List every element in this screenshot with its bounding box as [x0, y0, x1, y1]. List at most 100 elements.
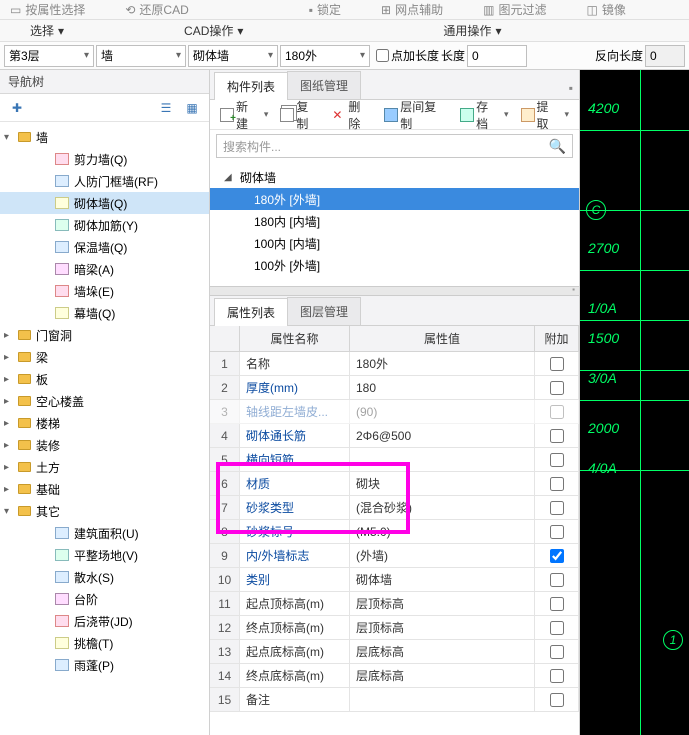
property-add-checkbox[interactable] [535, 376, 579, 399]
property-row[interactable]: 4砌体通长筋2Φ6@500 [210, 424, 579, 448]
category-select[interactable]: 墙▾ [96, 45, 186, 67]
copy-button[interactable]: 复制 [276, 96, 324, 134]
property-row[interactable]: 6材质砌块 [210, 472, 579, 496]
property-value[interactable]: 砌体墙 [350, 568, 535, 591]
subcategory-select[interactable]: 砌体墙▾ [188, 45, 278, 67]
property-value[interactable]: (混合砂浆) [350, 496, 535, 519]
tree-node[interactable]: ▸梁 [0, 346, 209, 368]
property-add-checkbox[interactable] [535, 400, 579, 423]
property-value[interactable]: 180 [350, 376, 535, 399]
property-row[interactable]: 13起点底标高(m)层底标高 [210, 640, 579, 664]
property-add-checkbox[interactable] [535, 568, 579, 591]
tree-node[interactable]: 墙垛(E) [0, 280, 209, 302]
property-value[interactable]: 层顶标高 [350, 616, 535, 639]
property-row[interactable]: 1名称180外 [210, 352, 579, 376]
property-value[interactable]: 层底标高 [350, 640, 535, 663]
nav-tree[interactable]: ▾墙剪力墙(Q)人防门框墙(RF)砌体墙(Q)砌体加筋(Y)保温墙(Q)暗梁(A… [0, 122, 209, 735]
property-row[interactable]: 5横向短筋 [210, 448, 579, 472]
ribbon-cmd-lock[interactable]: ▪锁定 [309, 1, 341, 18]
property-row[interactable]: 8砂浆标号(M5.0) [210, 520, 579, 544]
ribbon-cmd-grid-assist[interactable]: ⊞网点辅助 [381, 1, 443, 18]
property-value[interactable]: 层底标高 [350, 664, 535, 687]
ribbon-cmd-select-by-attr[interactable]: ▭按属性选择 [10, 1, 85, 18]
component-root[interactable]: ◢砌体墙 [210, 166, 579, 188]
tab-component-list[interactable]: 构件列表 [214, 72, 288, 100]
property-value[interactable]: 层顶标高 [350, 592, 535, 615]
nav-view-grid-button[interactable]: ▦ [181, 98, 203, 118]
tree-node[interactable]: 台阶 [0, 588, 209, 610]
property-row[interactable]: 9内/外墙标志(外墙) [210, 544, 579, 568]
component-item[interactable]: 180内 [内墙] [210, 210, 579, 232]
tab-layer-manage[interactable]: 图层管理 [287, 297, 361, 325]
tree-node[interactable]: 保温墙(Q) [0, 236, 209, 258]
tree-node[interactable]: 平整场地(V) [0, 544, 209, 566]
new-button[interactable]: 新建▾ [216, 96, 272, 134]
property-table[interactable]: 1名称180外2厚度(mm)1803轴线距左墙皮...(90)4砌体通长筋2Φ6… [210, 352, 579, 735]
tree-node[interactable]: ▸板 [0, 368, 209, 390]
property-row[interactable]: 12终点顶标高(m)层顶标高 [210, 616, 579, 640]
property-add-checkbox[interactable] [535, 544, 579, 567]
tree-node[interactable]: 雨蓬(P) [0, 654, 209, 676]
property-add-checkbox[interactable] [535, 664, 579, 687]
property-row[interactable]: 14终点底标高(m)层底标高 [210, 664, 579, 688]
property-value[interactable] [350, 688, 535, 711]
tree-node[interactable]: 挑檐(T) [0, 632, 209, 654]
reverse-length-input[interactable] [645, 45, 685, 67]
component-search[interactable]: 搜索构件...🔍 [216, 134, 573, 158]
tree-node[interactable]: 剪力墙(Q) [0, 148, 209, 170]
tree-node[interactable]: ▸装修 [0, 434, 209, 456]
tree-node[interactable]: 建筑面积(U) [0, 522, 209, 544]
tree-node[interactable]: 后浇带(JD) [0, 610, 209, 632]
property-add-checkbox[interactable] [535, 448, 579, 471]
property-row[interactable]: 10类别砌体墙 [210, 568, 579, 592]
property-row[interactable]: 11起点顶标高(m)层顶标高 [210, 592, 579, 616]
length-input[interactable] [467, 45, 527, 67]
delete-button[interactable]: ✕删除 [328, 96, 376, 134]
property-row[interactable]: 2厚度(mm)180 [210, 376, 579, 400]
tree-node[interactable]: ▸门窗洞 [0, 324, 209, 346]
property-row[interactable]: 15备注 [210, 688, 579, 712]
component-item[interactable]: 100外 [外墙] [210, 254, 579, 276]
component-item[interactable]: 180外 [外墙] [210, 188, 579, 210]
tree-node[interactable]: ▾其它 [0, 500, 209, 522]
property-row[interactable]: 3轴线距左墙皮...(90) [210, 400, 579, 424]
property-value[interactable]: 2Φ6@500 [350, 424, 535, 447]
tab-property-list[interactable]: 属性列表 [214, 298, 288, 326]
tree-node[interactable]: ▸土方 [0, 456, 209, 478]
property-row[interactable]: 7砂浆类型(混合砂浆) [210, 496, 579, 520]
property-add-checkbox[interactable] [535, 592, 579, 615]
tree-node[interactable]: 砌体墙(Q) [0, 192, 209, 214]
property-add-checkbox[interactable] [535, 472, 579, 495]
tree-node[interactable]: 砌体加筋(Y) [0, 214, 209, 236]
property-value[interactable] [350, 448, 535, 471]
drawing-canvas[interactable]: 4200 C 2700 1/0A 1500 3/0A 2000 4/0A 1 [580, 70, 689, 735]
ribbon-cmd-mirror[interactable]: ◫镜像 [586, 1, 625, 18]
tree-node[interactable]: 幕墙(Q) [0, 302, 209, 324]
ribbon-group-cad[interactable]: CAD操作▾ [184, 22, 243, 39]
property-add-checkbox[interactable] [535, 496, 579, 519]
component-item[interactable]: 100内 [内墙] [210, 232, 579, 254]
tree-node[interactable]: 暗梁(A) [0, 258, 209, 280]
tree-node[interactable]: ▸楼梯 [0, 412, 209, 434]
tree-node[interactable]: 散水(S) [0, 566, 209, 588]
layer-copy-button[interactable]: 层间复制 [380, 96, 452, 134]
ribbon-cmd-restore-cad[interactable]: ⟲还原CAD [125, 1, 188, 18]
property-add-checkbox[interactable] [535, 640, 579, 663]
nav-expand-button[interactable]: ✚ [6, 98, 28, 118]
property-add-checkbox[interactable] [535, 424, 579, 447]
property-value[interactable]: (M5.0) [350, 520, 535, 543]
point-length-checkbox[interactable]: 点加长度 [376, 47, 439, 64]
nav-view-list-button[interactable]: ☰ [155, 98, 177, 118]
tree-node[interactable]: ▸基础 [0, 478, 209, 500]
property-add-checkbox[interactable] [535, 352, 579, 375]
property-value[interactable]: (90) [350, 400, 535, 423]
ribbon-group-select[interactable]: 选择▾ [30, 22, 64, 39]
property-add-checkbox[interactable] [535, 688, 579, 711]
tree-node[interactable]: ▾墙 [0, 126, 209, 148]
property-value[interactable]: 180外 [350, 352, 535, 375]
tree-node[interactable]: ▸空心楼盖 [0, 390, 209, 412]
save-button[interactable]: 存档▾ [456, 96, 512, 134]
tree-node[interactable]: 人防门框墙(RF) [0, 170, 209, 192]
property-add-checkbox[interactable] [535, 616, 579, 639]
middle-splitter[interactable] [210, 286, 579, 296]
